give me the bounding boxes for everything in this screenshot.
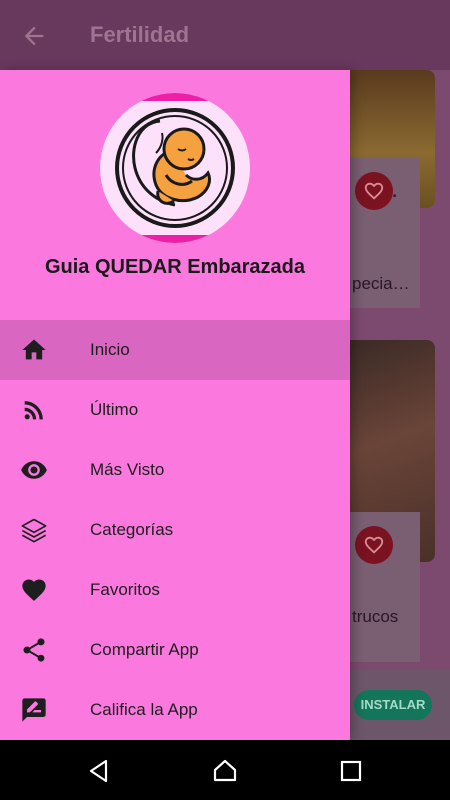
app-bar: Fertilidad xyxy=(0,0,450,70)
menu-item-label: Califica la App xyxy=(90,700,198,719)
share-icon xyxy=(23,638,45,662)
heart-outline-icon xyxy=(364,536,384,554)
menu-item-inicio[interactable]: Inicio xyxy=(0,320,350,380)
layers-icon xyxy=(21,518,47,543)
menu-item-califica-la-app[interactable]: Califica la App xyxy=(0,680,350,740)
home-icon xyxy=(22,339,46,360)
drawer-menu: Inicio Último Más Visto Categorías Favor… xyxy=(0,320,350,740)
recents-button-icon[interactable] xyxy=(338,758,364,784)
drawer-app-title: Guia QUEDAR Embarazada xyxy=(44,256,306,278)
heart-icon xyxy=(22,579,46,601)
menu-item-label: Compartir App xyxy=(90,640,199,659)
menu-item-favoritos[interactable]: Favoritos xyxy=(0,560,350,620)
menu-item-label: Más Visto xyxy=(90,460,165,479)
back-arrow-icon[interactable] xyxy=(20,22,48,50)
menu-item-categorias[interactable]: Categorías xyxy=(0,500,350,560)
install-button[interactable]: INSTALAR xyxy=(354,690,432,720)
menu-item-label: Inicio xyxy=(90,340,130,359)
card-text-fragment: trucos xyxy=(352,607,399,626)
menu-item-mas-visto[interactable]: Más Visto xyxy=(0,440,350,500)
app-logo xyxy=(100,93,250,243)
heart-outline-icon xyxy=(364,182,384,200)
back-triangle-icon[interactable] xyxy=(86,758,112,784)
card-text-fragment: pecia… xyxy=(352,274,410,293)
system-navigation-bar xyxy=(0,740,450,800)
eye-icon xyxy=(21,461,47,479)
menu-item-label: Favoritos xyxy=(90,580,160,599)
fetus-logo-icon xyxy=(100,93,250,243)
menu-item-compartir-app[interactable]: Compartir App xyxy=(0,620,350,680)
menu-item-label: Categorías xyxy=(90,520,174,539)
navigation-drawer: Guia QUEDAR Embarazada Inicio Último Más… xyxy=(0,70,350,740)
rate-review-icon xyxy=(22,698,46,722)
menu-item-ultimo[interactable]: Último xyxy=(0,380,350,440)
menu-item-label: Último xyxy=(90,400,139,419)
favorite-button[interactable] xyxy=(355,526,393,564)
app-bar-title: Fertilidad xyxy=(90,22,190,47)
drawer-header: Guia QUEDAR Embarazada xyxy=(0,70,350,320)
rss-icon xyxy=(24,401,43,420)
home-button-icon[interactable] xyxy=(212,758,238,784)
favorite-button[interactable] xyxy=(355,172,393,210)
